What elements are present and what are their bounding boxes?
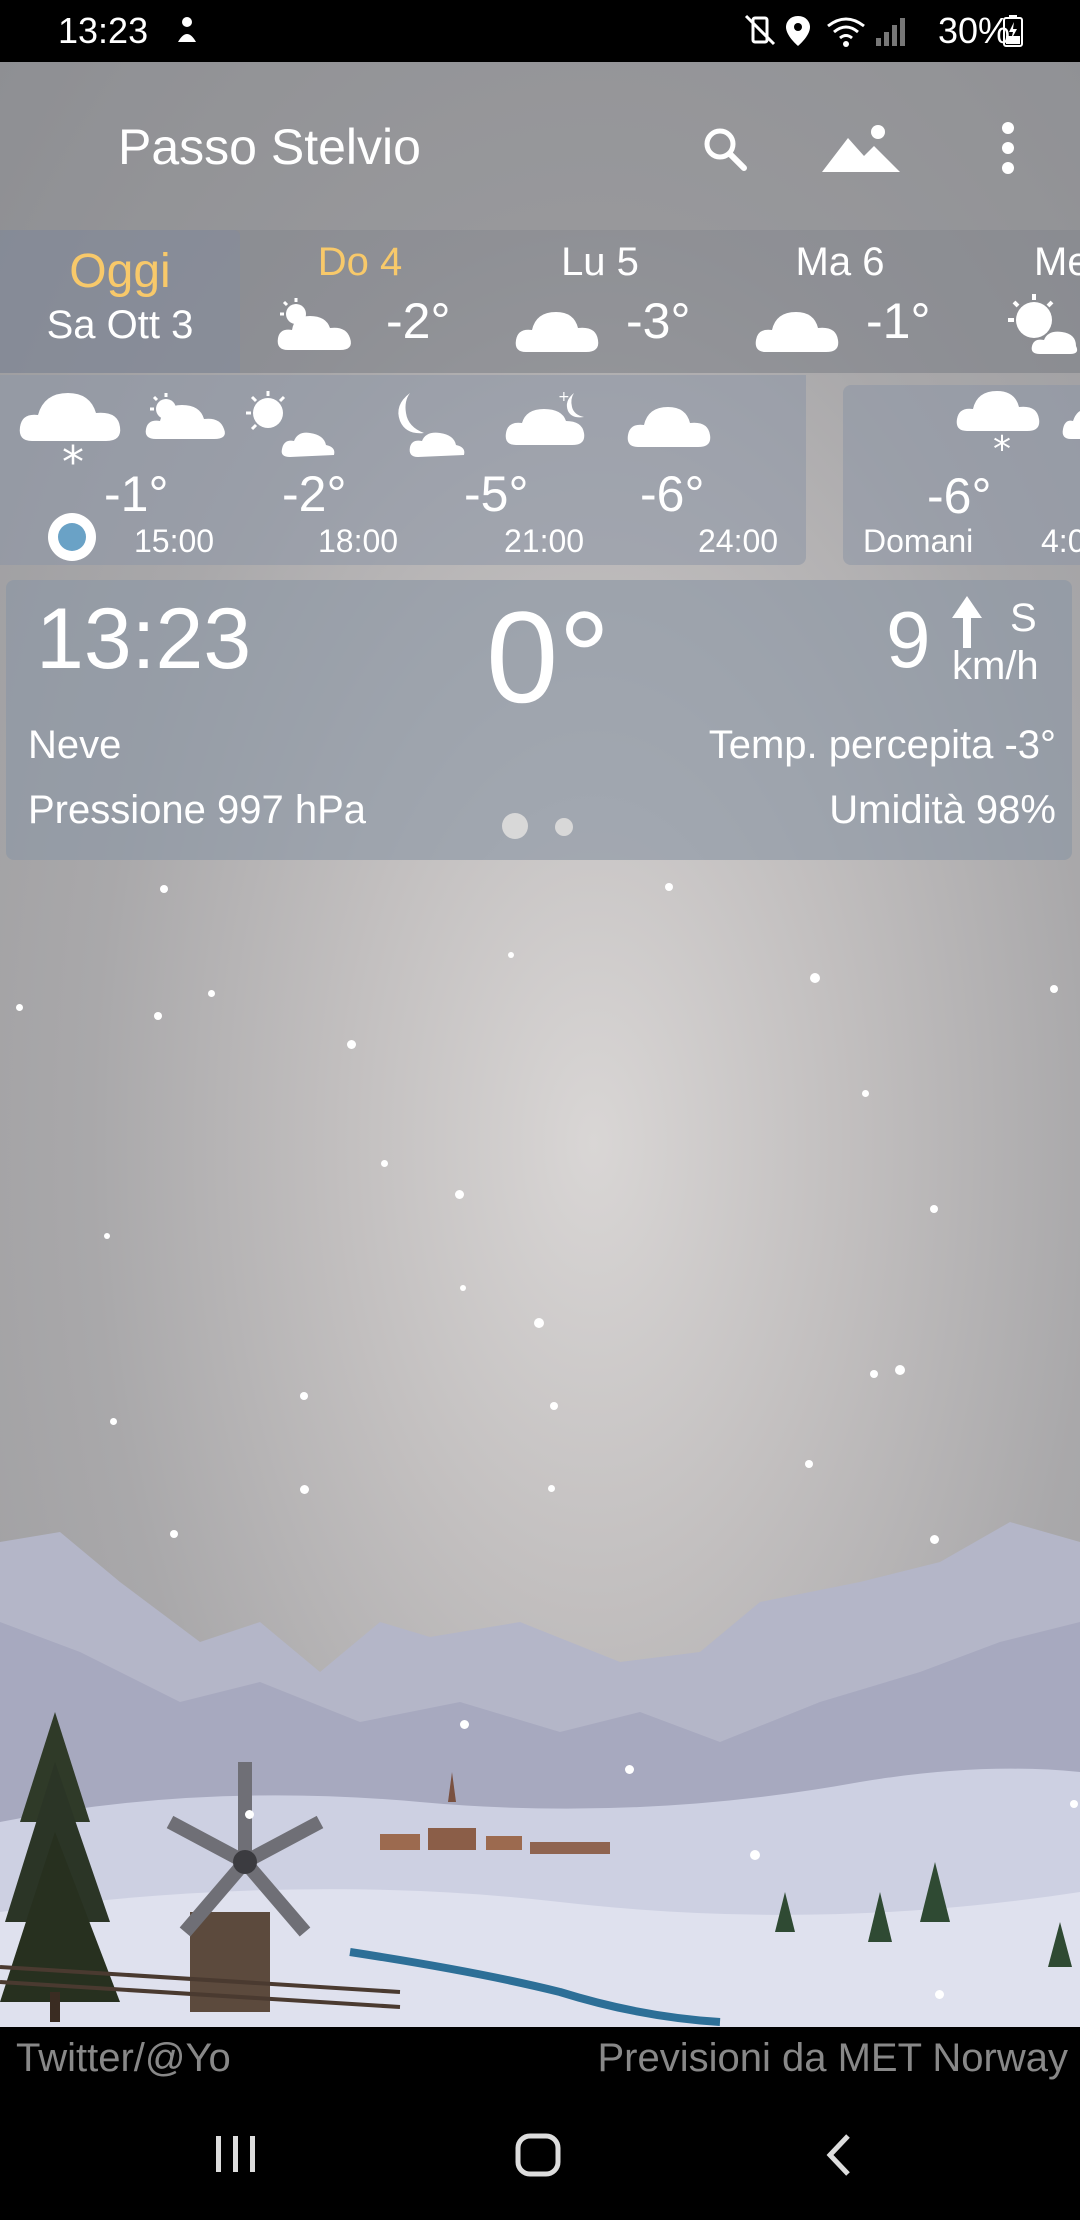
forecast-source[interactable]: Previsioni da MET Norway bbox=[597, 2036, 1068, 2081]
daily-forecast-strip[interactable]: Oggi Sa Ott 3 Do 4 Lu 5 Ma 6 Me -2° -3° … bbox=[0, 230, 1080, 373]
day-name: Oggi bbox=[69, 245, 171, 298]
cloud-icon bbox=[1061, 403, 1080, 448]
svg-text:*: * bbox=[62, 437, 84, 479]
moon-cloud-icon: + bbox=[504, 387, 596, 452]
location-icon bbox=[784, 14, 812, 53]
tomorrow-next-time: 4:0 bbox=[1041, 523, 1080, 559]
svg-text:+: + bbox=[558, 389, 570, 405]
current-position-indicator bbox=[48, 513, 96, 561]
search-icon[interactable] bbox=[694, 118, 754, 178]
hourly-time: 24:00 bbox=[698, 523, 779, 559]
page-indicator-dot-active[interactable] bbox=[502, 813, 528, 839]
day-temp: -1° bbox=[866, 293, 931, 349]
weather-condition: Neve bbox=[28, 723, 122, 767]
sun-cloud-icon bbox=[144, 391, 230, 448]
day-name: Lu 5 bbox=[561, 240, 639, 284]
sun-cloud-icon bbox=[1000, 294, 1080, 361]
day-temp: -3° bbox=[626, 293, 691, 349]
tomorrow-panel[interactable]: * -6° Domani 4:0 bbox=[843, 385, 1080, 565]
cloud-icon bbox=[514, 302, 602, 359]
wind-unit: km/h bbox=[952, 644, 1039, 688]
notification-icon bbox=[172, 14, 202, 51]
tomorrow-label: Domani bbox=[863, 523, 974, 559]
hourly-temp: -2° bbox=[282, 466, 347, 522]
snow-cloud-icon: * bbox=[955, 385, 1045, 470]
svg-text:*: * bbox=[993, 429, 1011, 463]
battery-charging-icon bbox=[1002, 14, 1024, 53]
hourly-time: 21:00 bbox=[504, 523, 585, 559]
pressure: Pressione 997 hPa bbox=[28, 788, 367, 832]
landscape-icon[interactable] bbox=[822, 118, 902, 178]
day-date: Sa Ott 3 bbox=[46, 303, 194, 347]
signal-icon bbox=[874, 14, 908, 53]
system-navigation-bar bbox=[0, 2094, 1080, 2220]
hourly-temp: -5° bbox=[464, 466, 529, 522]
page-indicator-dot[interactable] bbox=[555, 818, 573, 836]
home-icon[interactable] bbox=[514, 2132, 562, 2183]
hourly-time: 18:00 bbox=[318, 523, 399, 559]
mute-vibrate-icon bbox=[744, 14, 776, 51]
cloud-sun-icon bbox=[276, 298, 360, 359]
day-name: Ma 6 bbox=[795, 240, 885, 284]
feels-like: Temp. percepita -3° bbox=[708, 723, 1056, 767]
hourly-time: 15:00 bbox=[134, 523, 215, 559]
day-temp: -2° bbox=[386, 293, 451, 349]
humidity: Umidità 98% bbox=[829, 788, 1056, 832]
hourly-forecast-panel[interactable]: * + -1° -2° -5° -6° 15:00 18:00 21:00 24… bbox=[0, 375, 806, 565]
wifi-icon bbox=[826, 14, 866, 53]
back-icon[interactable] bbox=[824, 2132, 854, 2183]
status-bar: 13:23 30% bbox=[0, 0, 1080, 62]
tomorrow-temp: -6° bbox=[927, 468, 992, 524]
wind-direction: S bbox=[1010, 596, 1037, 640]
hourly-temp: -6° bbox=[640, 466, 705, 522]
location-title[interactable]: Passo Stelvio bbox=[118, 118, 421, 176]
day-name: Me bbox=[1034, 240, 1080, 284]
current-time: 13:23 bbox=[36, 591, 252, 687]
wind-speed: 9 bbox=[886, 595, 931, 684]
hourly-temp: -1° bbox=[104, 466, 169, 522]
status-time: 13:23 bbox=[58, 10, 149, 51]
twitter-credit[interactable]: Twitter/@Yo bbox=[16, 2036, 231, 2081]
more-options-icon[interactable] bbox=[978, 118, 1038, 178]
moon-cloud-icon bbox=[388, 389, 468, 464]
day-name: Do 4 bbox=[317, 240, 403, 284]
credits-bar: Twitter/@Yo Previsioni da MET Norway bbox=[0, 2028, 1080, 2094]
cloud-icon bbox=[754, 302, 842, 359]
current-temperature: 0° bbox=[486, 584, 611, 730]
day-tab-today[interactable]: Oggi Sa Ott 3 bbox=[0, 230, 240, 373]
cloud-icon bbox=[626, 397, 714, 454]
recent-apps-icon[interactable] bbox=[214, 2134, 258, 2179]
sun-cloud-icon bbox=[244, 389, 340, 464]
current-conditions-panel[interactable]: 13:23 0° 9 S km/h Neve Temp. percepita -… bbox=[6, 580, 1072, 860]
battery-percent: 30% bbox=[937, 10, 1010, 51]
